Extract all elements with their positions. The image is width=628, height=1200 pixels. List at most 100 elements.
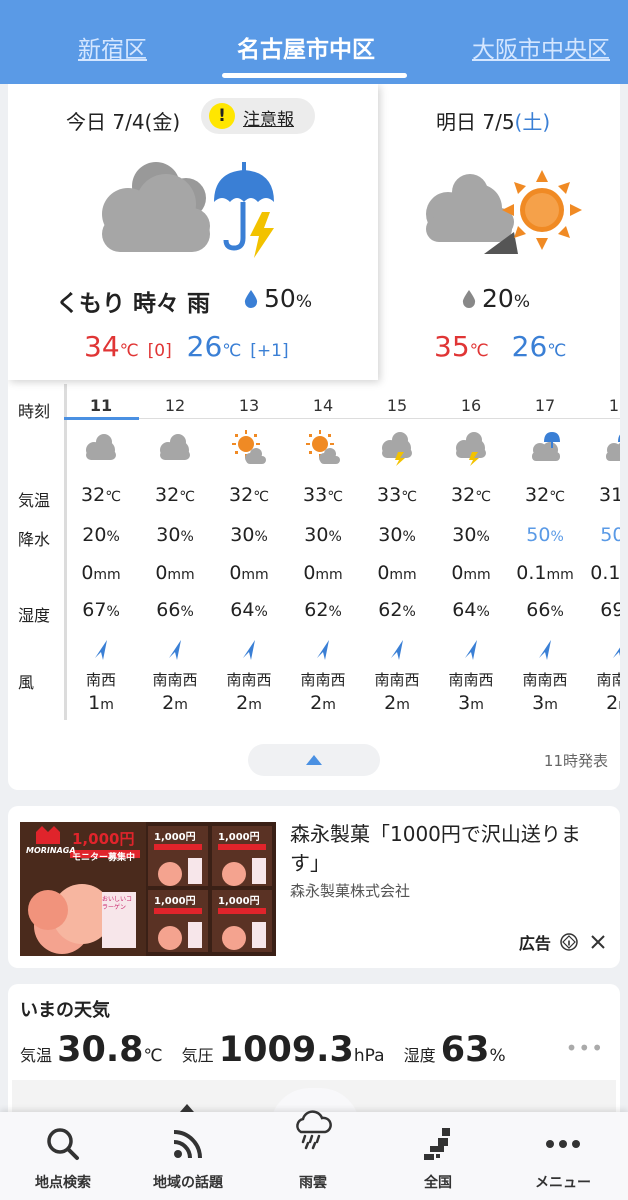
hour-wind-direction: 南南西	[596, 671, 620, 689]
hourly-forecast[interactable]: 時刻 気温 降水 湿度 風 11 32℃ 20% 0mm 67% 南西 1m 12 32℃ 30%…	[8, 384, 620, 724]
ad-card[interactable]: MORINAGA 1,000円 モニター募集中 おいしいコラーゲン 1,000円…	[8, 806, 620, 968]
nav-menu[interactable]: メニュー	[508, 1112, 618, 1200]
ad-info-icon[interactable]	[560, 933, 579, 951]
tab-nagoya[interactable]: 名古屋市中区	[237, 30, 375, 64]
ad-image-product: おいしいコラーゲン	[102, 896, 133, 911]
hour-wind-speed: 1m	[88, 692, 114, 714]
hour-wind-speed: 3m	[458, 692, 484, 714]
today-weather-text: くもり 時々 雨	[56, 291, 211, 317]
hour-temp: 33℃	[303, 484, 343, 506]
cloudy-icon	[156, 430, 194, 466]
hour-wind-speed: 2m	[310, 692, 336, 714]
hour-temp: 32℃	[155, 484, 195, 506]
rss-icon	[173, 1130, 202, 1159]
current-pressure-label: 気圧	[181, 1046, 214, 1065]
tab-shinjuku[interactable]: 新宿区	[78, 30, 147, 64]
nav-nationwide[interactable]: 全国	[383, 1112, 493, 1200]
today-precip: 50%	[244, 284, 312, 313]
tomorrow-precip-value: 20	[482, 284, 514, 313]
hour-wind-direction: 南西	[85, 671, 116, 689]
hour-precip-prob: 30%	[156, 524, 194, 546]
hour-humidity: 66%	[156, 599, 194, 621]
nav-search[interactable]: 地点検索	[8, 1112, 118, 1200]
today-low: 26℃ [+1]	[186, 330, 289, 363]
ad-image-price-tile: 1,000円	[154, 832, 196, 843]
ad-image[interactable]: MORINAGA 1,000円 モニター募集中 おいしいコラーゲン 1,000円…	[20, 822, 276, 956]
hour-column: 12 32℃ 30% 0mm 66% 南南西 2m	[138, 384, 212, 724]
hour-temp: 32℃	[451, 484, 491, 506]
row-label-temp: 気温	[18, 491, 51, 510]
hour-humidity: 64%	[230, 599, 268, 621]
today-forecast[interactable]: 今日 7/4(金) ! 注意報 くもり 時々 雨 50% 34℃ [0] 26℃…	[8, 84, 378, 380]
nav-menu-label: メニュー	[535, 1175, 591, 1191]
hour-precip-prob: 30%	[230, 524, 268, 546]
water-drop-icon	[244, 285, 258, 308]
hour-precip-prob: 30%	[304, 524, 342, 546]
tomorrow-title: 明日 7/5(土)	[436, 106, 550, 135]
ad-image-price: 1,000円	[72, 830, 135, 848]
hour-column: 11 32℃ 20% 0mm 67% 南西 1m	[64, 384, 138, 724]
wind-arrow-icon	[539, 640, 551, 660]
tomorrow-forecast[interactable]: 明日 7/5(土) 20% 35℃ 26℃	[378, 84, 620, 380]
hour-wind-direction: 南南西	[522, 671, 568, 689]
sun-cloud-icon	[304, 430, 342, 466]
tomorrow-weekday: (土)	[514, 110, 551, 134]
ad-label: 広告	[518, 934, 551, 953]
nav-search-label: 地点検索	[35, 1175, 91, 1191]
today-high: 34℃ [0]	[84, 330, 172, 363]
cloud-rain-thunder-icon	[102, 162, 274, 258]
hour-precip-prob: 20%	[82, 524, 120, 546]
nav-local-topics[interactable]: 地域の話題	[133, 1112, 243, 1200]
wind-arrow-icon	[465, 640, 477, 660]
alert-label: 注意報	[243, 110, 294, 130]
tomorrow-precip: 20%	[462, 284, 530, 313]
hour-wind-direction: 南南西	[300, 671, 346, 689]
hour-wind-direction: 南南西	[374, 671, 420, 689]
bottom-nav: 地点検索 地域の話題 雨雲 全国 メニュー	[0, 1110, 628, 1200]
current-weather-title: いまの天気	[20, 1000, 110, 1021]
ad-image-price-tile: 1,000円	[154, 896, 196, 907]
hour-rainfall: 0.1mm	[590, 562, 620, 584]
current-humidity-label: 湿度	[403, 1046, 436, 1065]
sun-cloud-icon	[230, 430, 268, 466]
ad-image-campaign: モニター募集中	[72, 853, 136, 863]
close-icon[interactable]	[590, 934, 606, 950]
row-label-humidity: 湿度	[18, 606, 51, 625]
current-observations: 気温 30.8℃ 気圧 1009.3hPa 湿度 63%	[20, 1030, 506, 1070]
more-options-icon[interactable]: •••	[566, 1036, 604, 1060]
tomorrow-low: 26℃	[511, 330, 567, 363]
hour-humidity: 66%	[526, 599, 564, 621]
ad-title[interactable]: 森永製菓「1000円で沢山送ります」	[290, 820, 610, 878]
hour-rainfall: 0mm	[81, 562, 121, 584]
current-humidity-value: 63	[440, 1030, 490, 1070]
hour-column: 17 32℃ 50% 0.1mm 66% 南南西 3m	[508, 384, 582, 724]
row-label-precip: 降水	[18, 530, 51, 549]
hour-precip-prob: 30%	[378, 524, 416, 546]
ad-badge[interactable]: 広告	[519, 930, 606, 954]
nav-rain-cloud[interactable]: 雨雲	[258, 1110, 368, 1200]
today-high-diff: [0]	[147, 341, 172, 361]
hour-column: 14 33℃ 30% 0mm 62% 南南西 2m	[286, 384, 360, 724]
row-label-time: 時刻	[18, 402, 51, 421]
wind-arrow-icon	[317, 640, 329, 660]
hour-precip-prob: 50%	[526, 524, 564, 546]
hour-precip-prob: 50%	[600, 524, 620, 546]
cloud-lightning-icon	[378, 430, 416, 466]
tomorrow-precip-unit: %	[513, 292, 530, 312]
search-icon	[47, 1128, 79, 1160]
collapse-hourly-button[interactable]	[248, 744, 380, 776]
hour-label: 11	[89, 396, 113, 415]
forecast-card: 今日 7/4(金) ! 注意報 くもり 時々 雨 50% 34℃ [0] 26℃…	[8, 84, 620, 790]
alert-badge[interactable]: ! 注意報	[201, 98, 315, 134]
wind-arrow-icon	[95, 640, 107, 660]
hour-humidity: 67%	[82, 599, 120, 621]
hour-wind-speed: 2m	[162, 692, 188, 714]
today-precip-unit: %	[295, 292, 312, 312]
nav-nationwide-label: 全国	[424, 1175, 452, 1191]
hour-humidity: 62%	[378, 599, 416, 621]
hour-humidity: 64%	[452, 599, 490, 621]
tab-osaka[interactable]: 大阪市中央区	[472, 30, 610, 64]
chevron-up-icon	[306, 755, 322, 765]
hour-humidity: 69%	[600, 599, 620, 621]
hour-wind-speed: 2m	[236, 692, 262, 714]
